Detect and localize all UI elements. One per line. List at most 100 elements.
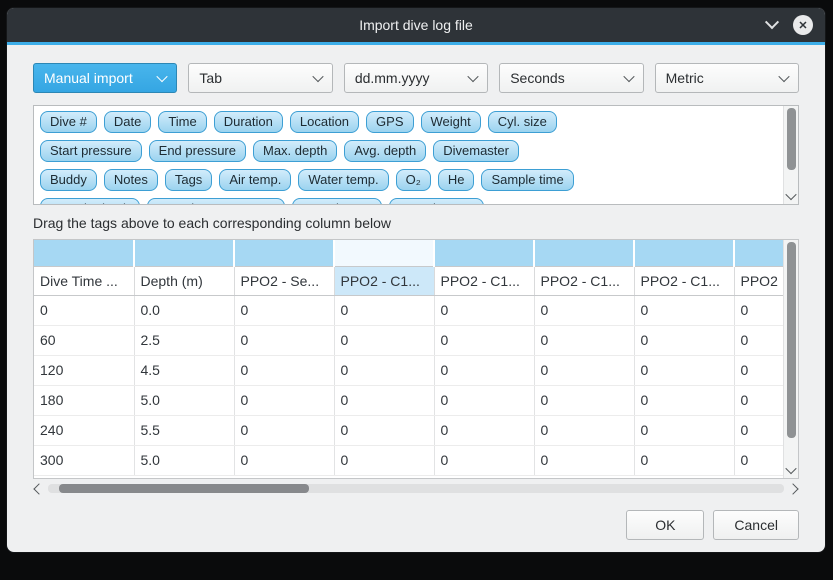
ok-button[interactable]: OK [626, 510, 704, 540]
field-tag[interactable]: Buddy [40, 169, 97, 191]
chevron-down-icon [312, 71, 323, 82]
table-cell: 5.0 [134, 445, 234, 475]
table-vscrollbar[interactable] [783, 240, 798, 478]
column-drop-target[interactable] [34, 240, 134, 266]
column-drop-target[interactable] [134, 240, 234, 266]
dialog-content: Manual importTabdd.mm.yyyySecondsMetric … [7, 45, 825, 540]
field-tag[interactable]: Max. depth [253, 140, 337, 162]
scrollbar-track[interactable] [48, 484, 784, 493]
field-tag[interactable]: Duration [214, 111, 283, 133]
table-cell: 0 [734, 295, 783, 325]
table-cell: 0 [734, 385, 783, 415]
table-cell: 0 [634, 355, 734, 385]
field-tag[interactable]: Date [104, 111, 151, 133]
field-tag[interactable]: Water temp. [298, 169, 388, 191]
field-tag[interactable]: Weight [421, 111, 481, 133]
tag-row: Start pressure End pressure Max. depth Avg.… [40, 140, 777, 162]
field-tag[interactable]: Sample depth [40, 198, 140, 204]
column-header: Dive Time ... [34, 266, 134, 295]
column-drop-target[interactable] [734, 240, 783, 266]
chevron-down-icon[interactable] [785, 463, 796, 474]
chevron-down-icon [778, 71, 789, 82]
field-tag[interactable]: Dive # [40, 111, 97, 133]
chevron-left-icon[interactable] [33, 483, 44, 494]
scrollbar-thumb[interactable] [787, 242, 796, 438]
field-tag[interactable]: Time [158, 111, 206, 133]
field-tag[interactable]: Sample pO₂ [292, 198, 382, 204]
combo-value: Tab [199, 70, 222, 86]
instruction-text: Drag the tags above to each correspondin… [33, 215, 799, 231]
table-cell: 300 [34, 445, 134, 475]
field-tag[interactable]: Divemaster [433, 140, 519, 162]
tag-row: Buddy Notes Tags Air temp. Water temp. O₂ He Sa… [40, 169, 777, 191]
chevron-down-icon[interactable] [785, 189, 796, 200]
combo-value: Manual import [44, 70, 133, 86]
table-cell: 0 [234, 295, 334, 325]
table-cell: 0 [234, 325, 334, 355]
field-tag[interactable]: Cyl. size [488, 111, 557, 133]
table-clip: Dive Time ...Depth (m)PPO2 - Se...PPO2 -… [34, 240, 783, 478]
table-cell: 0.0 [134, 295, 234, 325]
field-tag[interactable]: He [438, 169, 475, 191]
column-header: PPO2 - C1... [334, 266, 434, 295]
table-cell: 0 [634, 415, 734, 445]
titlebar[interactable]: Import dive log file [7, 8, 825, 42]
column-header: PPO2 - C1... [534, 266, 634, 295]
field-separator-combo[interactable]: Tab [188, 63, 332, 93]
table-cell: 0 [334, 295, 434, 325]
field-tag[interactable]: GPS [366, 111, 413, 133]
table-cell: 5.5 [134, 415, 234, 445]
table-cell: 0 [534, 325, 634, 355]
table-cell: 240 [34, 415, 134, 445]
column-drop-target[interactable] [234, 240, 334, 266]
column-drop-target[interactable] [434, 240, 534, 266]
table-cell: 0 [434, 355, 534, 385]
table-cell: 0 [234, 415, 334, 445]
table-row: 00.0000000 [34, 295, 783, 325]
column-drop-target[interactable] [534, 240, 634, 266]
table-cell: 0 [334, 325, 434, 355]
table-cell: 0 [534, 415, 634, 445]
chevron-down-icon[interactable] [765, 15, 779, 29]
field-tag[interactable]: Tags [165, 169, 212, 191]
import-mode-combo[interactable]: Manual import [33, 63, 177, 93]
import-dive-log-dialog: Import dive log file Manual import Tab dd.… [6, 7, 826, 553]
date-format-combo[interactable]: dd.mm.yyyy [344, 63, 488, 93]
field-tag[interactable]: Location [290, 111, 359, 133]
column-drop-row [34, 240, 783, 266]
table-cell: 5.0 [134, 385, 234, 415]
table-cell: 0 [634, 325, 734, 355]
table-hscrollbar[interactable] [33, 481, 799, 496]
table-row: 2405.5000000 [34, 415, 783, 445]
tag-row: Dive # Date Time Duration Location GPS Weight C… [40, 111, 777, 133]
tag-pool: Dive # Date Time Duration Location GPS Weight C… [33, 105, 799, 205]
import-preview-table: Dive Time ...Depth (m)PPO2 - Se...PPO2 -… [33, 239, 799, 479]
scrollbar-thumb[interactable] [59, 484, 309, 493]
scrollbar-thumb[interactable] [787, 108, 796, 170]
table-cell: 0 [534, 385, 634, 415]
table-cell: 0 [334, 415, 434, 445]
field-tag[interactable]: Notes [104, 169, 158, 191]
chevron-right-icon[interactable] [787, 483, 798, 494]
window-title: Import dive log file [359, 17, 473, 33]
column-drop-target[interactable] [634, 240, 734, 266]
field-tag[interactable]: Start pressure [40, 140, 142, 162]
tag-pool-scrollbar[interactable] [783, 106, 798, 204]
close-button[interactable] [793, 15, 813, 35]
cancel-button[interactable]: Cancel [713, 510, 799, 540]
field-tag[interactable]: Air temp. [219, 169, 291, 191]
column-drop-target[interactable] [334, 240, 434, 266]
units-combo[interactable]: Metric [655, 63, 799, 93]
field-tag[interactable]: Sample time [481, 169, 573, 191]
table-cell: 0 [234, 445, 334, 475]
duration-format-combo[interactable]: Seconds [499, 63, 643, 93]
data-grid: Dive Time ...Depth (m)PPO2 - Se...PPO2 -… [34, 240, 783, 476]
table-cell: 0 [334, 385, 434, 415]
table-row: 1204.5000000 [34, 355, 783, 385]
field-tag[interactable]: Avg. depth [344, 140, 426, 162]
field-tag[interactable]: Sample CNS [389, 198, 484, 204]
field-tag[interactable]: O₂ [396, 169, 431, 191]
table-cell: 0 [434, 385, 534, 415]
field-tag[interactable]: End pressure [149, 140, 246, 162]
field-tag[interactable]: Sample temperature [147, 198, 285, 204]
